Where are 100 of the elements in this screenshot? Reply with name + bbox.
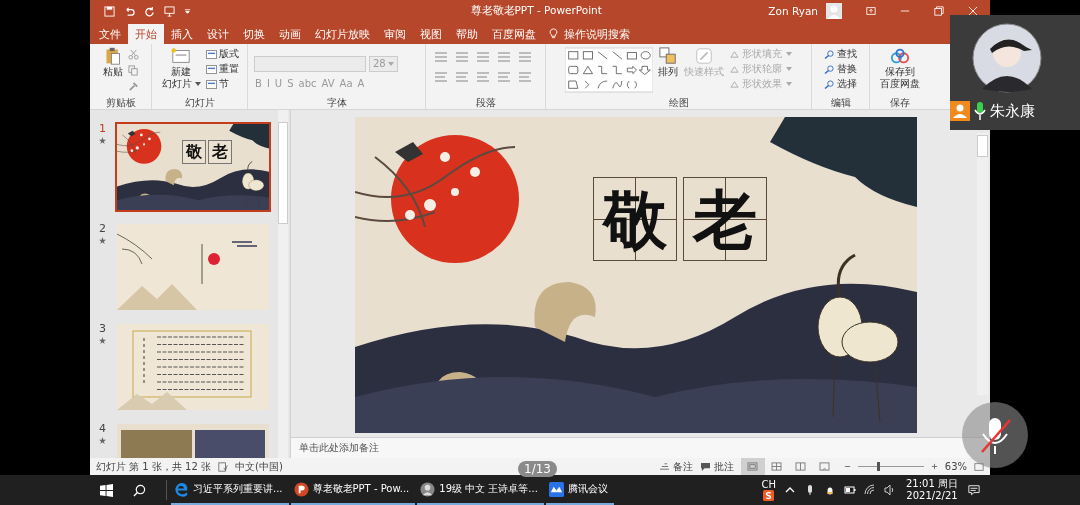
slide-number: 4 [99,422,106,435]
animation-star-icon [99,337,106,344]
ribbon-tab[interactable]: 审阅 [377,24,413,44]
animation-star-icon [99,437,106,444]
slide-thumbnail[interactable]: 敬 老 [115,122,271,212]
slide-title-character: 老 [208,140,233,165]
close-icon[interactable] [968,6,978,16]
copy-icon[interactable] [128,65,139,76]
ribbon-tab[interactable]: 幻灯片放映 [308,24,377,44]
user-name[interactable]: Zon Ryan [768,5,818,17]
volume-icon[interactable] [884,484,896,496]
slide-icon[interactable] [171,47,191,65]
presentation-icon[interactable] [164,5,175,17]
input-language[interactable]: CH [761,479,776,490]
spelling-check-icon[interactable] [218,461,228,472]
language-indicator[interactable]: 中文(中国) [235,459,283,474]
magnifier-icon[interactable] [824,64,835,74]
slide-number: 3 [99,322,106,335]
layout-icon[interactable] [205,49,217,59]
ribbon-tab[interactable]: 帮助 [449,24,485,44]
editing-button[interactable]: 选择 [824,77,857,91]
battery-icon[interactable] [844,484,856,496]
redo-icon[interactable] [144,5,155,17]
layout-icon[interactable] [205,64,217,74]
wifi-icon[interactable] [864,484,876,496]
slide-title-character: 敬 [182,140,207,165]
microphone-icon [974,101,986,121]
zoom-level[interactable]: 63% [944,461,967,472]
layout-icon[interactable] [205,79,217,89]
save-to-cloud-button[interactable]: 保存到 百度网盘 [879,47,921,90]
comments-button[interactable]: 批注 [699,459,734,474]
meeting-app-icon[interactable] [548,481,564,497]
editing-button[interactable]: 替换 [824,62,857,76]
taskbar-app-button[interactable]: 腾讯会议 [545,475,614,505]
ribbon-tab[interactable]: 百度网盘 [485,24,543,44]
view-icon[interactable] [747,462,759,471]
undo-icon[interactable] [124,5,135,17]
view-icon[interactable] [771,462,783,471]
clock-date[interactable]: 2021/2/21 [906,490,958,502]
paste-button[interactable]: 粘贴 [102,47,124,78]
fit-to-window-icon[interactable] [974,461,984,472]
notes-button[interactable]: 备注 [658,459,693,474]
ribbon-tab[interactable]: 视图 [413,24,449,44]
magnifier-icon[interactable] [824,79,835,89]
tell-me-search[interactable]: 操作说明搜索 [564,24,630,44]
scrollbar[interactable] [278,110,288,458]
ribbon-tab[interactable]: 文件 [92,24,128,44]
zoom-out-icon[interactable] [843,463,851,470]
input-method-icon[interactable] [763,490,775,501]
clock-time[interactable]: 21:01 周日 [906,478,958,490]
ribbon-display-icon[interactable] [866,6,876,16]
group-title: 幻灯片 [184,96,215,109]
clipboard-icon[interactable] [103,47,123,65]
caret-icon[interactable] [194,82,201,86]
windows-start-icon[interactable] [100,483,113,497]
ribbon-tab[interactable]: 开始 [128,24,164,44]
avatar-icon[interactable] [420,481,436,497]
shape-gallery-drawing[interactable] [565,47,653,93]
group-title: 剪贴板 [105,96,136,109]
lightbulb-icon[interactable] [548,28,559,39]
ribbon-tab[interactable]: 动画 [272,24,308,44]
new-slide-button[interactable]: 新建 幻灯片 [160,47,202,90]
arrange-icon[interactable] [658,47,678,65]
cloud-icon[interactable] [890,47,910,65]
font-name-field[interactable] [254,55,366,72]
save-icon[interactable] [104,5,115,17]
ribbon-tab[interactable]: 设计 [200,24,236,44]
zoom-in-icon[interactable] [930,463,938,470]
notes-icon[interactable] [658,462,670,471]
taskbar-app-button[interactable]: 习近平系列重要讲... [171,475,289,505]
editing-button[interactable]: 查找 [824,47,857,61]
window-title: 尊老敬老PPT - PowerPoint [469,4,603,18]
notification-icon[interactable] [968,484,980,496]
avatar-silhouette [972,23,1042,93]
comment-icon[interactable] [699,462,711,471]
browser-icon[interactable] [174,481,189,497]
zoom-slider-thumb[interactable] [876,462,880,471]
view-icon[interactable] [795,462,807,471]
notes-field[interactable]: 单击此处添加备注 [291,437,990,458]
group-title: 段落 [475,96,496,109]
search-icon[interactable] [133,483,146,497]
ribbon-tab[interactable]: 切换 [236,24,272,44]
restore-icon[interactable] [934,6,944,16]
ribbon-tab[interactable]: 插入 [164,24,200,44]
presentation-app-icon[interactable] [293,481,309,497]
scrollbar[interactable] [977,133,988,395]
slide-number: 2 [99,222,106,235]
view-button[interactable] [740,458,765,475]
taskbar-app-button[interactable]: 尊老敬老PPT - Pow... [290,475,416,505]
group-title: 保存 [890,96,910,109]
view-icon[interactable] [819,462,831,471]
slide-option-button[interactable]: 重置 [205,62,239,76]
customize-icon[interactable] [184,7,191,15]
slide-option-button[interactable]: 节 [205,77,239,91]
group-title: 字体 [326,96,347,109]
page-indicator: 1/13 [518,461,557,477]
arrange-button[interactable]: 排列 [657,47,679,78]
scissors-icon[interactable] [128,49,139,60]
magnifier-icon[interactable] [824,49,835,59]
slide-option-button[interactable]: 版式 [205,47,239,61]
